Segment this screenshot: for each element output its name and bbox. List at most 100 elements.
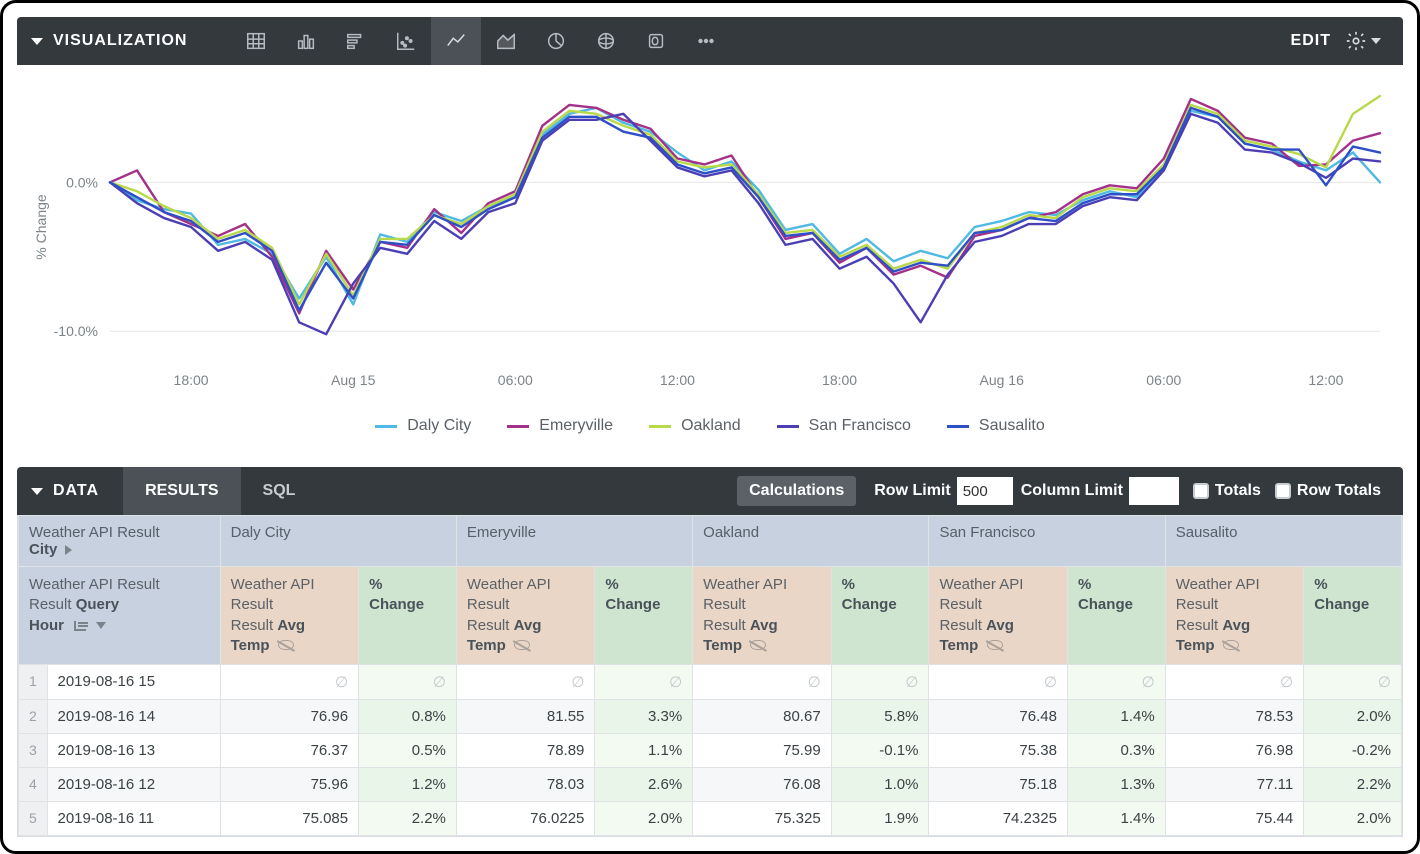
cell-avg-temp[interactable]: ∅ — [456, 665, 595, 700]
cell-pct-change[interactable]: ∅ — [1067, 665, 1165, 700]
measure-header[interactable]: Weather API ResultResult AvgTemp — [456, 567, 595, 665]
pivot-value-header[interactable]: Sausalito — [1165, 516, 1401, 567]
cell-pct-change[interactable]: ∅ — [1304, 665, 1402, 700]
measure-header[interactable]: Weather API ResultResult AvgTemp — [1165, 567, 1304, 665]
row-totals-checkbox[interactable]: Row Totals — [1275, 482, 1381, 500]
cell-pct-change[interactable]: 1.4% — [1067, 802, 1165, 836]
cell-pct-change[interactable]: ∅ — [831, 665, 929, 700]
cell-avg-temp[interactable]: 76.0225 — [456, 802, 595, 836]
cell-pct-change[interactable]: 3.3% — [595, 700, 693, 734]
edit-visualization-button[interactable]: EDIT — [1291, 32, 1331, 50]
cell-pct-change[interactable]: 1.2% — [359, 768, 457, 802]
cell-hour[interactable]: 2019-08-16 14 — [47, 700, 220, 734]
cell-avg-temp[interactable]: 81.55 — [456, 700, 595, 734]
calc-header[interactable]: %Change — [595, 567, 693, 665]
cell-avg-temp[interactable]: 77.11 — [1165, 768, 1304, 802]
cell-pct-change[interactable]: 2.0% — [595, 802, 693, 836]
cell-avg-temp[interactable]: 75.38 — [929, 734, 1068, 768]
pivot-value-header[interactable]: San Francisco — [929, 516, 1165, 567]
viz-type-line-icon[interactable] — [431, 17, 481, 65]
cell-avg-temp[interactable]: 76.96 — [220, 700, 359, 734]
viz-type-scatter-icon[interactable] — [381, 17, 431, 65]
visualization-settings-button[interactable] — [1345, 30, 1381, 52]
viz-type-map-icon[interactable] — [581, 17, 631, 65]
legend-item[interactable]: Oakland — [649, 417, 741, 435]
cell-avg-temp[interactable]: 78.03 — [456, 768, 595, 802]
cell-pct-change[interactable]: 5.8% — [831, 700, 929, 734]
cell-avg-temp[interactable]: ∅ — [1165, 665, 1304, 700]
cell-pct-change[interactable]: ∅ — [359, 665, 457, 700]
line-chart[interactable]: 0.0%-10.0%18:00Aug 1506:0012:0018:00Aug … — [17, 75, 1403, 415]
viz-type-more-icon[interactable] — [681, 17, 731, 65]
cell-pct-change[interactable]: 0.5% — [359, 734, 457, 768]
cell-hour[interactable]: 2019-08-16 12 — [47, 768, 220, 802]
legend-item[interactable]: Emeryville — [507, 417, 613, 435]
cell-avg-temp[interactable]: 75.325 — [693, 802, 832, 836]
cell-pct-change[interactable]: ∅ — [595, 665, 693, 700]
measure-header[interactable]: Weather API ResultResult AvgTemp — [693, 567, 832, 665]
cell-avg-temp[interactable]: 75.96 — [220, 768, 359, 802]
cell-avg-temp[interactable]: 76.48 — [929, 700, 1068, 734]
cell-pct-change[interactable]: 2.0% — [1304, 802, 1402, 836]
pivot-value-header[interactable]: Emeryville — [456, 516, 692, 567]
cell-avg-temp[interactable]: 75.18 — [929, 768, 1068, 802]
row-limit-input[interactable] — [957, 477, 1013, 505]
chart-area: 0.0%-10.0%18:00Aug 1506:0012:0018:00Aug … — [3, 65, 1417, 443]
cell-avg-temp[interactable]: ∅ — [220, 665, 359, 700]
cell-pct-change[interactable]: 2.0% — [1304, 700, 1402, 734]
viz-type-area-icon[interactable] — [481, 17, 531, 65]
viz-type-pie-icon[interactable] — [531, 17, 581, 65]
pivot-value-header[interactable]: Daly City — [220, 516, 456, 567]
viz-type-column-icon[interactable] — [281, 17, 331, 65]
cell-hour[interactable]: 2019-08-16 11 — [47, 802, 220, 836]
calculations-button[interactable]: Calculations — [737, 476, 856, 506]
column-limit-input[interactable] — [1129, 477, 1179, 505]
legend-item[interactable]: Daly City — [375, 417, 471, 435]
calc-header[interactable]: %Change — [359, 567, 457, 665]
cell-avg-temp[interactable]: 78.53 — [1165, 700, 1304, 734]
cell-avg-temp[interactable]: ∅ — [693, 665, 832, 700]
calc-header[interactable]: %Change — [1067, 567, 1165, 665]
viz-type-single-value-icon[interactable] — [631, 17, 681, 65]
cell-pct-change[interactable]: 2.6% — [595, 768, 693, 802]
cell-avg-temp[interactable]: 74.2325 — [929, 802, 1068, 836]
collapse-visualization-icon[interactable] — [31, 38, 43, 45]
cell-pct-change[interactable]: 1.0% — [831, 768, 929, 802]
cell-avg-temp[interactable]: 75.085 — [220, 802, 359, 836]
cell-hour[interactable]: 2019-08-16 13 — [47, 734, 220, 768]
cell-pct-change[interactable]: -0.1% — [831, 734, 929, 768]
cell-avg-temp[interactable]: 76.98 — [1165, 734, 1304, 768]
cell-pct-change[interactable]: 1.1% — [595, 734, 693, 768]
calc-header[interactable]: %Change — [831, 567, 929, 665]
cell-hour[interactable]: 2019-08-16 15 — [47, 665, 220, 700]
cell-avg-temp[interactable]: 75.44 — [1165, 802, 1304, 836]
tab-results[interactable]: RESULTS — [123, 467, 240, 515]
cell-pct-change[interactable]: 2.2% — [1304, 768, 1402, 802]
cell-avg-temp[interactable]: ∅ — [929, 665, 1068, 700]
measure-header[interactable]: Weather API ResultResult AvgTemp — [220, 567, 359, 665]
cell-avg-temp[interactable]: 76.08 — [693, 768, 832, 802]
cell-pct-change[interactable]: 1.4% — [1067, 700, 1165, 734]
viz-type-table-icon[interactable] — [231, 17, 281, 65]
cell-avg-temp[interactable]: 78.89 — [456, 734, 595, 768]
legend-item[interactable]: San Francisco — [777, 417, 911, 435]
totals-checkbox[interactable]: Totals — [1193, 482, 1261, 500]
cell-pct-change[interactable]: 0.3% — [1067, 734, 1165, 768]
cell-avg-temp[interactable]: 80.67 — [693, 700, 832, 734]
cell-avg-temp[interactable]: 76.37 — [220, 734, 359, 768]
calc-header[interactable]: %Change — [1304, 567, 1402, 665]
cell-avg-temp[interactable]: 75.99 — [693, 734, 832, 768]
cell-pct-change[interactable]: 2.2% — [359, 802, 457, 836]
row-dimension-header[interactable]: Weather API ResultResult QueryHour — [19, 567, 221, 665]
cell-pct-change[interactable]: 1.9% — [831, 802, 929, 836]
cell-pct-change[interactable]: 1.3% — [1067, 768, 1165, 802]
tab-sql[interactable]: SQL — [241, 467, 318, 515]
cell-pct-change[interactable]: 0.8% — [359, 700, 457, 734]
pivot-dimension-header[interactable]: Weather API ResultCity — [19, 516, 221, 567]
pivot-value-header[interactable]: Oakland — [693, 516, 929, 567]
measure-header[interactable]: Weather API ResultResult AvgTemp — [929, 567, 1068, 665]
legend-item[interactable]: Sausalito — [947, 417, 1045, 435]
viz-type-bar-icon[interactable] — [331, 17, 381, 65]
collapse-data-icon[interactable] — [31, 488, 43, 495]
cell-pct-change[interactable]: -0.2% — [1304, 734, 1402, 768]
